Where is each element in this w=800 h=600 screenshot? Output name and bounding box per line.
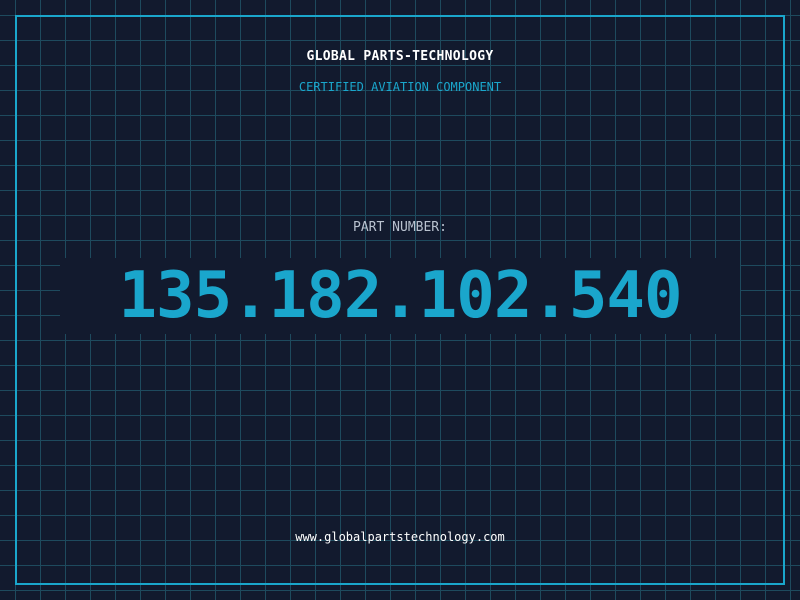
part-number-value: 135.182.102.540 [118, 259, 683, 333]
part-label-card: GLOBAL PARTS-TECHNOLOGY CERTIFIED AVIATI… [0, 0, 800, 600]
website-url: www.globalpartstechnology.com [295, 530, 505, 544]
company-name: GLOBAL PARTS-TECHNOLOGY [306, 49, 494, 64]
certification-tagline: CERTIFIED AVIATION COMPONENT [298, 80, 502, 94]
part-number-label: PART NUMBER: [353, 220, 447, 235]
